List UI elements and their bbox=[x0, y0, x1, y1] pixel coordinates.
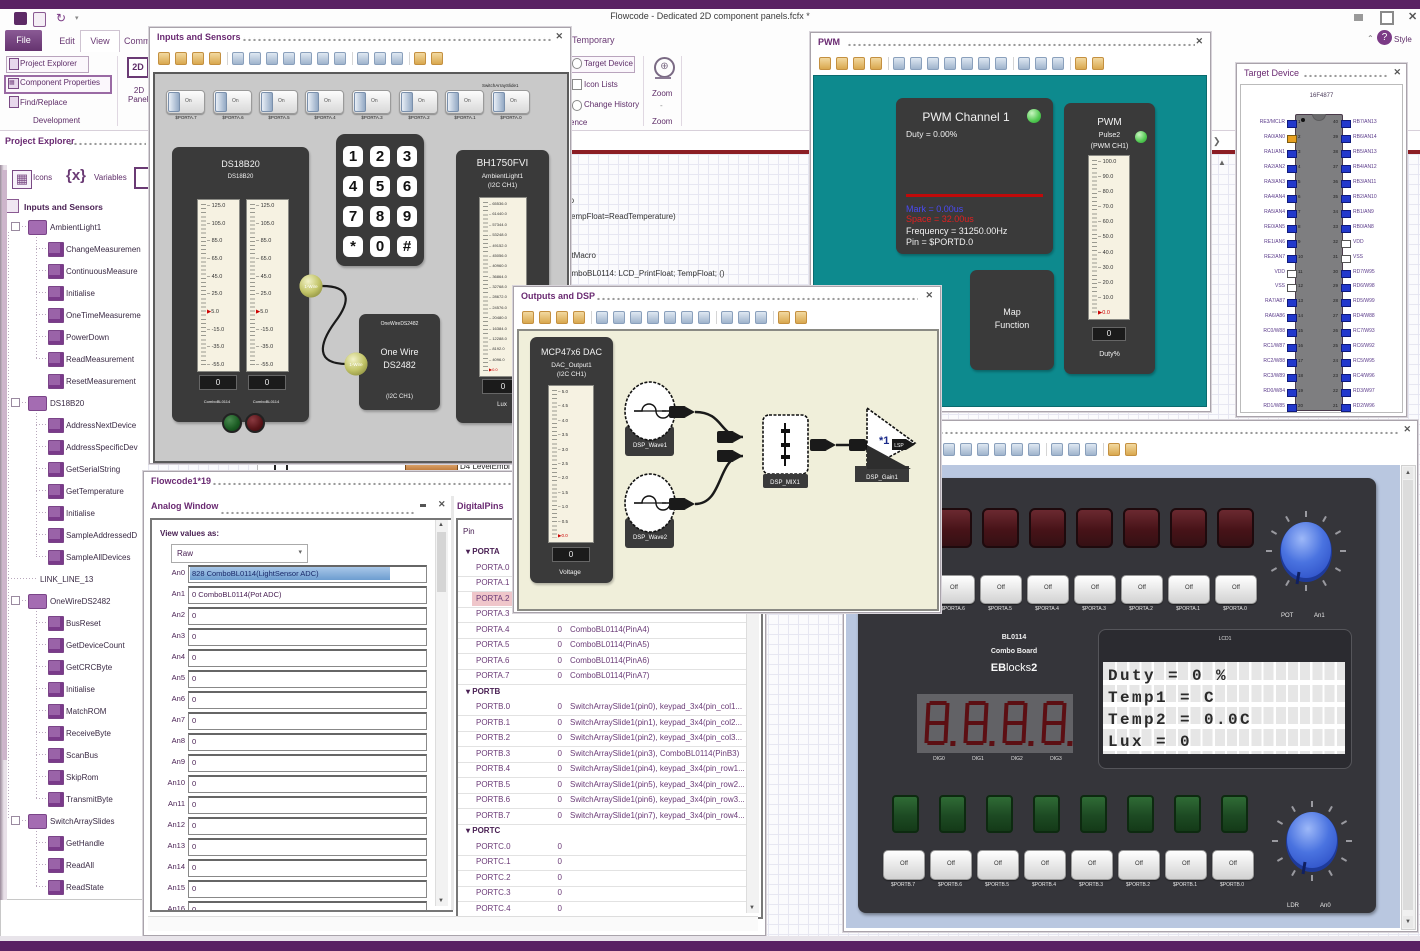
svg-text:DSP_Wave1: DSP_Wave1 bbox=[633, 443, 668, 449]
svg-text:1-Wire: 1-Wire bbox=[349, 362, 363, 367]
svg-text:DSP_MIX1: DSP_MIX1 bbox=[770, 480, 800, 486]
svg-text:1-Wire: 1-Wire bbox=[304, 284, 318, 289]
svg-text:DSP_Wave2: DSP_Wave2 bbox=[633, 535, 668, 541]
svg-text:LSP: LSP bbox=[894, 443, 904, 449]
svg-text:DSP_Gain1: DSP_Gain1 bbox=[866, 475, 898, 481]
svg-text:*1: *1 bbox=[879, 435, 889, 447]
